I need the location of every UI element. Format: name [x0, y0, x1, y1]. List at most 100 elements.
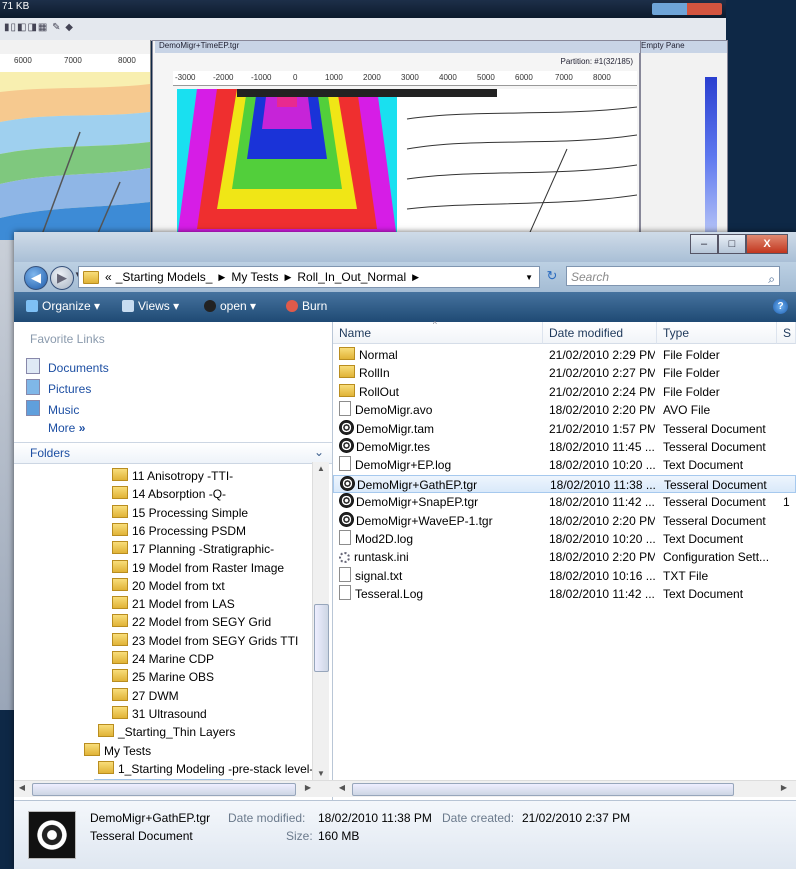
file-row[interactable]: runtask.ini 18/02/2010 2:20 PM Configurati… [333, 548, 796, 566]
views-button[interactable]: Views ▾ [122, 299, 179, 313]
file-row[interactable]: DemoMigr+EP.log 18/02/2010 10:20 ... Text … [333, 456, 796, 474]
tree-item[interactable]: 24 Marine CDP [112, 651, 214, 666]
file-row[interactable]: DemoMigr+WaveEP-1.tgr 18/02/2010 2:20 PM T… [333, 511, 796, 530]
file-row[interactable]: signal.txt 18/02/2010 10:16 ... TXT File [333, 566, 796, 585]
folder-tree-scrollbar[interactable]: ▲ ▼ [312, 462, 329, 780]
background-window-buttons[interactable] [652, 3, 722, 15]
file-row[interactable]: DemoMigr.avo 18/02/2010 2:20 PM AVO File [333, 401, 796, 419]
favorite-music[interactable]: Music [26, 400, 79, 417]
tree-item[interactable]: My Tests [84, 742, 152, 758]
breadcrumb-starting-models[interactable]: _Starting Models_ [114, 270, 215, 284]
column-header-size[interactable]: S [777, 322, 796, 344]
address-bar[interactable]: « _Starting Models_ ▶ My Tests ▶ Roll_In… [78, 266, 540, 288]
details-created-value: 21/02/2010 2:37 PM [522, 811, 631, 825]
tree-item[interactable]: 25 Marine OBS [112, 669, 214, 684]
navigation-pane: Favorite Links Documents Pictures Music … [14, 322, 333, 800]
search-icon[interactable]: ⌕ [768, 269, 775, 289]
chevron-down-icon[interactable]: ⌄ [314, 445, 324, 459]
minimize-button[interactable]: – [690, 234, 718, 254]
breadcrumb-separator-icon[interactable]: ▶ [280, 272, 295, 283]
breadcrumb-my-tests[interactable]: My Tests [229, 270, 280, 284]
tree-item[interactable]: 19 Model from Raster Image [112, 559, 284, 575]
file-row[interactable]: Normal 21/02/2010 2:29 PM File Folder [333, 346, 796, 364]
file-size: 1 [783, 495, 790, 510]
scroll-left-icon[interactable]: ◀ [14, 783, 30, 792]
file-type: Text Document [663, 458, 744, 473]
column-header-date-modified[interactable]: Date modified [543, 322, 657, 344]
file-name: signal.txt [355, 568, 403, 583]
open-button[interactable]: open ▾ [204, 299, 256, 313]
tree-item[interactable]: _Starting_Thin Layers [98, 724, 235, 739]
maximize-button[interactable]: □ [718, 234, 746, 254]
document-icon [339, 401, 351, 417]
file-type: File Folder [663, 348, 720, 362]
folder-icon [112, 632, 128, 646]
horizontal-scrollbar[interactable]: ◀ ▶ ◀ ▶ [14, 780, 796, 797]
breadcrumb-separator-icon[interactable]: ▶ [408, 272, 423, 283]
file-row[interactable]: DemoMigr+GathEP.tgr 18/02/2010 11:38 ... T… [333, 474, 796, 493]
file-row[interactable]: RollIn 21/02/2010 2:27 PM File Folder [333, 364, 796, 382]
file-row[interactable]: DemoMigr.tam 21/02/2010 1:57 PM Tesseral D… [333, 419, 796, 438]
breadcrumb-overflow[interactable]: « [103, 270, 114, 284]
tree-item[interactable]: 31 Ultrasound [112, 705, 207, 721]
background-toolbar-icons[interactable]: ▮▯◧◨▦ ✎ ◆ [4, 22, 74, 33]
tree-item[interactable]: 1_Starting Modeling -pre-stack level- [98, 760, 313, 776]
tree-item[interactable]: 20 Model from txt [112, 577, 225, 593]
close-button[interactable]: X [746, 234, 788, 254]
folder-icon [112, 614, 128, 628]
favorite-more[interactable]: More » [48, 421, 85, 435]
scroll-right-icon[interactable]: ▶ [300, 783, 316, 792]
file-row[interactable]: RollOut 21/02/2010 2:24 PM File Folder [333, 383, 796, 401]
forward-button[interactable]: ▶ [50, 266, 74, 290]
scrollbar-thumb[interactable] [352, 783, 734, 796]
breadcrumb-separator-icon[interactable]: ▶ [214, 272, 229, 283]
file-name: DemoMigr.avo [355, 403, 433, 418]
refresh-button[interactable]: ↻ [542, 266, 562, 286]
file-name-cell: RollIn [339, 364, 539, 382]
tree-item[interactable]: 16 Processing PSDM [112, 522, 246, 538]
tree-item[interactable]: 15 Processing Simple [112, 504, 248, 520]
details-created-label: Date created: [442, 811, 515, 825]
tree-item[interactable]: 17 Planning -Stratigraphic- [112, 541, 274, 556]
favorite-label: Documents [48, 361, 109, 375]
tree-item[interactable]: 21 Model from LAS [112, 596, 235, 611]
organize-button[interactable]: Organize ▾ [26, 299, 100, 313]
scrollbar-thumb[interactable] [32, 783, 296, 796]
views-label: Views [138, 299, 170, 313]
tree-item[interactable]: 14 Absorption -Q- [112, 486, 226, 501]
scroll-left-icon[interactable]: ◀ [334, 783, 350, 792]
folders-header[interactable]: Folders ⌄ [14, 442, 332, 464]
burn-button[interactable]: Burn [286, 299, 327, 313]
tree-item[interactable]: 22 Model from SEGY Grid [112, 614, 271, 629]
back-button[interactable]: ◀ [24, 266, 48, 290]
scroll-right-icon[interactable]: ▶ [776, 783, 792, 792]
column-header-name[interactable]: Name [333, 322, 543, 344]
favorite-documents[interactable]: Documents [26, 358, 109, 375]
tree-item-label: My Tests [104, 743, 152, 758]
file-name-cell: DemoMigr+EP.log [339, 456, 539, 474]
tree-item[interactable]: 11 Anisotropy -TTI- [112, 468, 233, 483]
scroll-up-icon[interactable]: ▲ [313, 464, 329, 473]
file-row[interactable]: Mod2D.log 18/02/2010 10:20 ... Text Docume… [333, 530, 796, 548]
folder-icon [83, 270, 99, 284]
file-row[interactable]: DemoMigr.tes 18/02/2010 11:45 ... Tesseral… [333, 438, 796, 456]
scroll-down-icon[interactable]: ▼ [313, 769, 329, 778]
sort-arrow-icon: ^ [433, 320, 437, 329]
file-name-cell: DemoMigr+SnapEP.tgr [339, 493, 539, 511]
file-name: RollOut [359, 384, 400, 399]
file-row[interactable]: Tesseral.Log 18/02/2010 11:42 ... Text Doc… [333, 585, 796, 603]
tree-item[interactable]: 27 DWM [112, 687, 179, 703]
file-row[interactable]: DemoMigr+SnapEP.tgr 18/02/2010 11:42 ... T… [333, 493, 796, 511]
breadcrumb-roll-in-out-normal[interactable]: Roll_In_Out_Normal [295, 270, 408, 284]
column-header-type[interactable]: Type [657, 322, 777, 344]
tree-item[interactable]: 23 Model from SEGY Grids TTI [112, 632, 299, 648]
scrollbar-thumb[interactable] [314, 604, 329, 672]
help-button[interactable]: ? [773, 299, 788, 314]
tree-item-label: 20 Model from txt [132, 578, 225, 593]
views-icon [122, 300, 134, 312]
address-dropdown-icon[interactable]: ▼ [525, 273, 533, 282]
favorite-pictures[interactable]: Pictures [26, 379, 91, 396]
tree-item-label: 23 Model from SEGY Grids TTI [132, 633, 299, 648]
explorer-titlebar[interactable]: – □ X [14, 232, 796, 262]
search-input[interactable]: Search ⌕ [566, 266, 780, 286]
